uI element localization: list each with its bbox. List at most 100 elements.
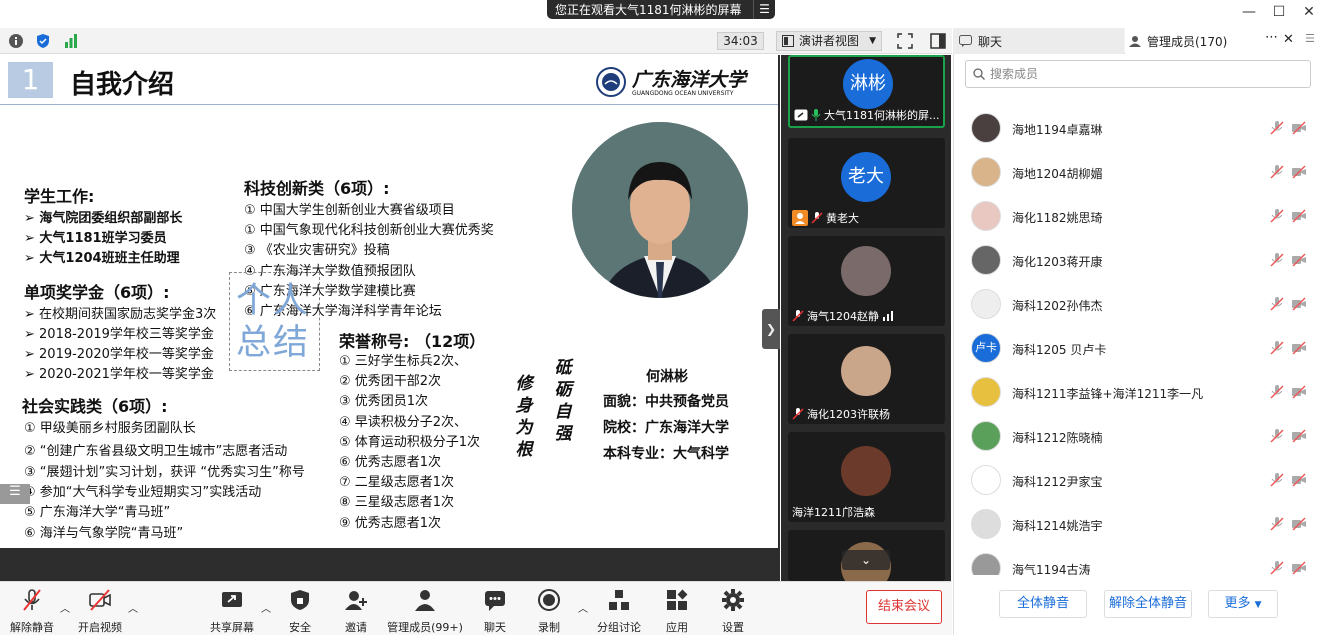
member-row[interactable]: 海科1212尹家宝 bbox=[971, 465, 1311, 497]
avatar bbox=[841, 446, 891, 496]
summary-text: 个人 总结 bbox=[236, 281, 311, 363]
tab-members[interactable]: 管理成员(170) ⋯ ✕ ☰ bbox=[1125, 28, 1320, 54]
video-off-icon[interactable] bbox=[1291, 473, 1307, 487]
unmute-all-button[interactable]: 解除全体静音 bbox=[1104, 590, 1192, 618]
video-off-icon[interactable] bbox=[1291, 121, 1307, 135]
settings-button[interactable]: 设置 bbox=[718, 588, 748, 635]
member-row[interactable]: 卢卡 海科1205 贝卢卡 bbox=[971, 333, 1311, 365]
tab-chat[interactable]: 聊天 bbox=[953, 28, 1124, 54]
member-row[interactable]: 海地1204胡柳媚 bbox=[971, 157, 1311, 189]
video-off-icon[interactable] bbox=[1291, 429, 1307, 443]
mic-muted-icon[interactable] bbox=[1269, 341, 1285, 355]
video-tile[interactable]: 海洋1211邝浩森 bbox=[788, 432, 945, 522]
video-off-icon[interactable] bbox=[1291, 385, 1307, 399]
shield-icon[interactable] bbox=[35, 33, 51, 49]
collapse-gallery-handle[interactable]: ❯ bbox=[762, 309, 780, 349]
video-tile[interactable]: 老大 黄老大 bbox=[788, 138, 945, 228]
more-icon[interactable]: ⋯ bbox=[1265, 30, 1278, 45]
list-item: ➢ 在校期间获国家励志奖学金3次 bbox=[24, 307, 217, 322]
chevron-up-icon[interactable]: ︿ bbox=[261, 600, 271, 615]
mic-muted-icon[interactable] bbox=[1269, 121, 1285, 135]
member-row[interactable]: 海地1194卓嘉琳 bbox=[971, 113, 1311, 145]
invite-button[interactable]: 邀请 bbox=[336, 588, 376, 635]
video-off-icon[interactable] bbox=[1291, 165, 1307, 179]
video-off-icon[interactable] bbox=[1291, 561, 1307, 575]
video-tile[interactable]: 海化1203许联杨 bbox=[788, 334, 945, 424]
close-icon[interactable]: ✕ bbox=[1298, 2, 1320, 22]
mic-muted-icon[interactable] bbox=[1269, 165, 1285, 179]
honors-heading: 荣誉称号: （12项） bbox=[339, 332, 486, 351]
sidebar-toggle-icon[interactable] bbox=[930, 33, 946, 49]
close-panel-icon[interactable]: ✕ bbox=[1283, 32, 1294, 47]
view-icon bbox=[782, 35, 794, 47]
unmute-button[interactable]: 解除静音 bbox=[6, 588, 58, 635]
fullscreen-icon[interactable] bbox=[897, 33, 913, 49]
panel-menu-icon[interactable]: ☰ bbox=[1305, 32, 1315, 45]
sharing-banner: 您正在观看大气1181何淋彬的屏幕 ☰ bbox=[547, 0, 775, 19]
video-tile[interactable]: 海气1204赵静 bbox=[788, 236, 945, 326]
end-meeting-button[interactable]: 结束会议 bbox=[866, 590, 942, 624]
settings-label: 设置 bbox=[722, 621, 744, 634]
member-row[interactable]: 海科1202孙伟杰 bbox=[971, 289, 1311, 321]
student-work-heading: 学生工作: bbox=[24, 187, 95, 206]
chevron-up-icon[interactable]: ︿ bbox=[60, 600, 70, 615]
video-off-icon[interactable] bbox=[1291, 253, 1307, 267]
manage-members-button[interactable]: 管理成员(99+) bbox=[386, 588, 464, 635]
title-divider bbox=[0, 104, 778, 105]
video-tile[interactable]: ⌄ bbox=[788, 530, 945, 592]
signal-icon[interactable] bbox=[63, 33, 79, 49]
mic-muted-icon[interactable] bbox=[1269, 429, 1285, 443]
avatar bbox=[971, 421, 1001, 451]
chevron-up-icon[interactable]: ︿ bbox=[578, 600, 588, 615]
slide-menu-icon[interactable]: ☰ bbox=[0, 484, 30, 504]
video-tile[interactable]: 淋彬 大气1181何淋彬的屏... bbox=[788, 55, 945, 128]
apps-button[interactable]: 应用 bbox=[662, 588, 692, 635]
tile-name: 海洋1211邝浩森 bbox=[792, 506, 875, 519]
minimize-icon[interactable]: — bbox=[1238, 2, 1260, 22]
search-icon bbox=[973, 68, 985, 80]
view-mode-dropdown[interactable]: 演讲者视图 ▼ bbox=[776, 31, 882, 51]
member-name: 海化1203蒋开康 bbox=[1012, 255, 1103, 269]
mic-muted-icon[interactable] bbox=[1269, 253, 1285, 267]
member-row[interactable]: 海化1182姚思琦 bbox=[971, 201, 1311, 233]
info-icon[interactable] bbox=[8, 33, 24, 49]
more-button[interactable]: 更多 ▼ bbox=[1208, 590, 1278, 618]
member-row[interactable]: 海化1203蒋开康 bbox=[971, 245, 1311, 277]
scroll-down-icon[interactable]: ⌄ bbox=[842, 550, 890, 570]
avatar bbox=[971, 157, 1001, 187]
member-row[interactable]: 海科1212陈晓楠 bbox=[971, 421, 1311, 453]
slide-number: 1 bbox=[8, 62, 53, 98]
mic-muted-icon[interactable] bbox=[1269, 297, 1285, 311]
video-off-icon[interactable] bbox=[1291, 209, 1307, 223]
chat-bubble-icon bbox=[485, 591, 505, 611]
mute-all-button[interactable]: 全体静音 bbox=[999, 590, 1087, 618]
start-video-button[interactable]: 开启视频 bbox=[74, 588, 126, 635]
member-row[interactable]: 海科1211李益锋+海洋1211李一凡 bbox=[971, 377, 1311, 409]
mic-muted-icon[interactable] bbox=[1269, 517, 1285, 531]
mic-muted-icon[interactable] bbox=[1269, 561, 1285, 575]
breakout-button[interactable]: 分组讨论 bbox=[596, 588, 642, 635]
security-button[interactable]: 安全 bbox=[280, 588, 320, 635]
list-item: ⑧ 三星级志愿者1次 bbox=[339, 495, 455, 510]
chevron-down-icon: ▼ bbox=[1254, 600, 1262, 610]
banner-menu-icon[interactable]: ☰ bbox=[753, 0, 775, 19]
chevron-up-icon[interactable]: ︿ bbox=[128, 600, 138, 615]
member-row[interactable]: 海科1214姚浩宇 bbox=[971, 509, 1311, 541]
avatar: 淋彬 bbox=[843, 59, 893, 109]
video-off-icon[interactable] bbox=[1291, 517, 1307, 531]
mic-muted-icon[interactable] bbox=[1269, 473, 1285, 487]
list-item: ➢ 海气院团委组织部副部长 bbox=[24, 211, 183, 226]
gear-icon bbox=[722, 589, 744, 611]
chat-button[interactable]: 聊天 bbox=[478, 588, 512, 635]
mic-muted-icon[interactable] bbox=[1269, 209, 1285, 223]
video-off-icon[interactable] bbox=[1291, 341, 1307, 355]
video-off-icon[interactable] bbox=[1291, 297, 1307, 311]
record-button[interactable]: 录制 bbox=[532, 588, 566, 635]
mic-muted-icon[interactable] bbox=[1269, 385, 1285, 399]
member-row[interactable]: 海气1194古涛 bbox=[971, 553, 1311, 575]
avatar: 老大 bbox=[841, 152, 891, 202]
member-search-input[interactable]: 搜索成员 bbox=[965, 60, 1311, 88]
share-screen-button[interactable]: 共享屏幕 bbox=[206, 588, 258, 635]
tile-name: 海气1204赵静 bbox=[792, 308, 894, 324]
maximize-icon[interactable]: ☐ bbox=[1268, 2, 1290, 22]
